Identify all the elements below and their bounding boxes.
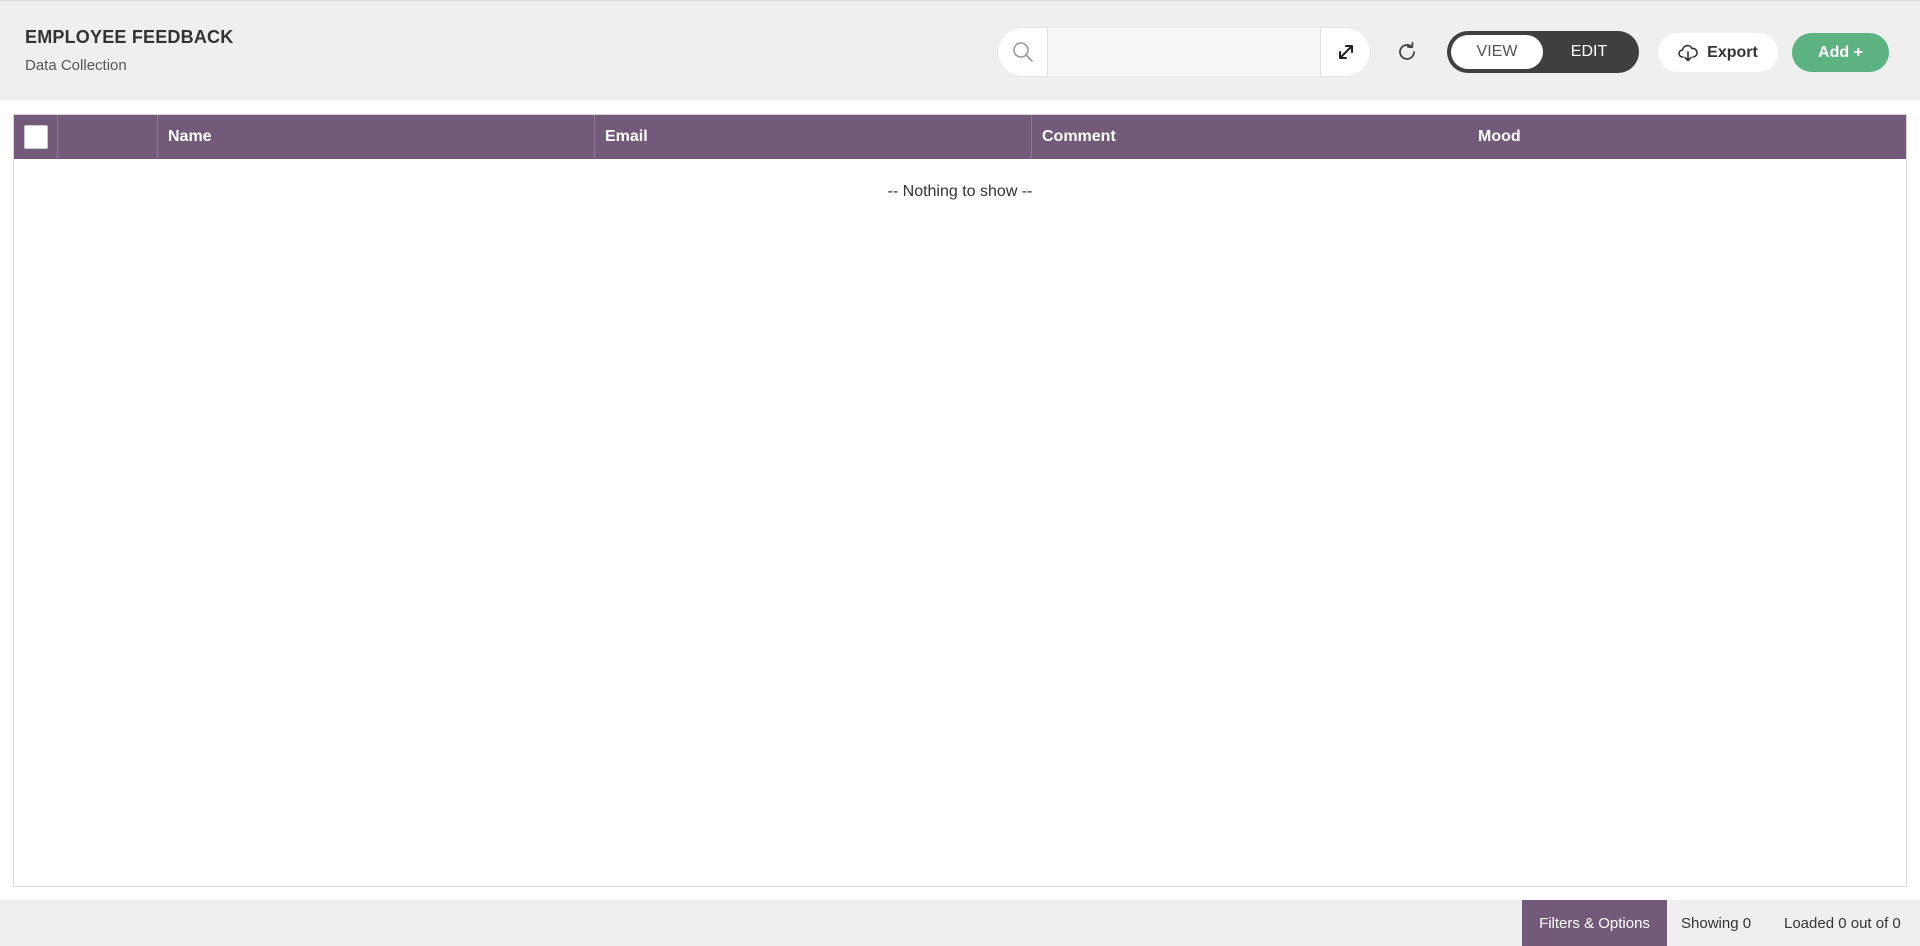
top-bar: EMPLOYEE FEEDBACK Data Collection VIEW E… bbox=[0, 0, 1920, 100]
search-bar bbox=[997, 27, 1371, 77]
select-all-checkbox[interactable] bbox=[23, 125, 48, 149]
view-mode-button[interactable]: VIEW bbox=[1451, 35, 1543, 69]
column-header-name[interactable]: Name bbox=[158, 115, 595, 159]
export-label: Export bbox=[1707, 43, 1758, 61]
empty-state-message: -- Nothing to show -- bbox=[887, 183, 1033, 200]
filters-options-button[interactable]: Filters & Options bbox=[1522, 900, 1667, 946]
footer-bar: Filters & Options Showing 0 Loaded 0 out… bbox=[0, 900, 1920, 946]
column-header-mood[interactable]: Mood bbox=[1468, 115, 1906, 159]
page-title: EMPLOYEE FEEDBACK bbox=[25, 27, 234, 47]
column-header-email[interactable]: Email bbox=[595, 115, 1032, 159]
expand-icon bbox=[1338, 45, 1353, 59]
add-button[interactable]: Add + bbox=[1792, 33, 1889, 72]
column-header-comment[interactable]: Comment bbox=[1032, 115, 1468, 159]
grid-header: Name Email Comment Mood bbox=[14, 115, 1906, 159]
search-icon[interactable] bbox=[998, 28, 1048, 76]
view-edit-toggle: VIEW EDIT bbox=[1447, 31, 1639, 73]
actions-column-header bbox=[58, 115, 158, 159]
export-button[interactable]: Export bbox=[1658, 33, 1778, 72]
expand-button[interactable] bbox=[1320, 28, 1370, 76]
showing-count: Showing 0 bbox=[1681, 914, 1752, 932]
cloud-download-icon bbox=[1678, 44, 1698, 61]
refresh-icon bbox=[1399, 41, 1415, 60]
loaded-count: Loaded 0 out of 0 bbox=[1784, 914, 1901, 932]
select-all-cell bbox=[14, 115, 58, 159]
refresh-button[interactable] bbox=[1390, 35, 1424, 69]
edit-mode-button[interactable]: EDIT bbox=[1543, 35, 1635, 69]
page-subtitle: Data Collection bbox=[25, 57, 127, 74]
data-grid: Name Email Comment Mood -- Nothing to sh… bbox=[13, 114, 1907, 887]
search-input[interactable] bbox=[1048, 28, 1321, 76]
